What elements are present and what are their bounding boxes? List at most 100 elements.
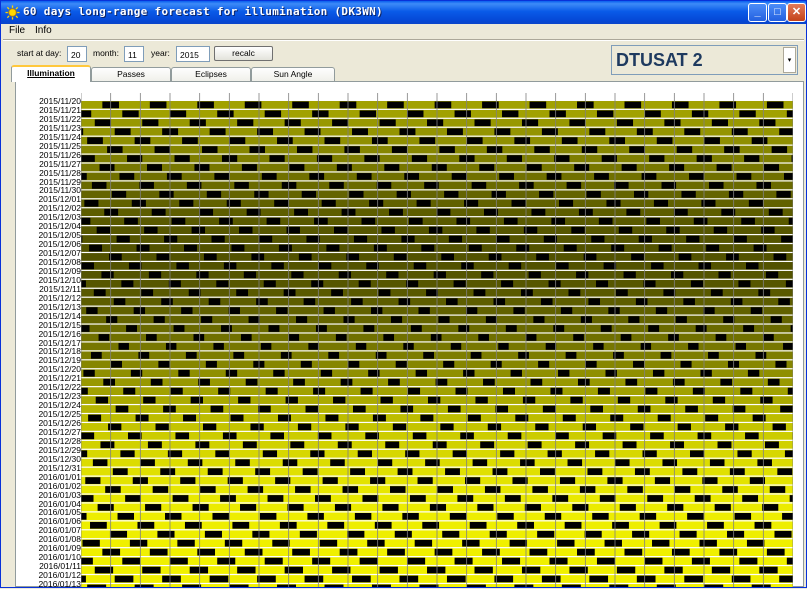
tab-illumination[interactable]: Illumination [11, 65, 91, 82]
eclipse-block [81, 576, 86, 583]
close-button[interactable]: ✕ [787, 3, 806, 22]
maximize-button[interactable]: □ [768, 3, 787, 22]
eclipse-block [335, 504, 351, 511]
eclipse-block [538, 361, 549, 368]
eclipse-block [587, 468, 602, 475]
eclipse-block [467, 585, 486, 587]
eclipse-block [520, 459, 535, 466]
eclipse-block [691, 280, 703, 287]
eclipse-block [465, 477, 480, 484]
eclipse-block [542, 576, 561, 583]
eclipse-block [760, 397, 772, 404]
minimize-button[interactable]: _ [748, 3, 767, 22]
eclipse-block [732, 128, 748, 135]
eclipse-block [660, 522, 677, 529]
month-input[interactable] [124, 46, 144, 62]
eclipse-block [611, 245, 624, 252]
tab-eclipses[interactable]: Eclipses [171, 67, 251, 81]
eclipse-block [312, 558, 330, 565]
eclipse-block [331, 289, 343, 296]
eclipse-block [88, 415, 101, 422]
eclipse-block [424, 182, 439, 189]
eclipse-block [489, 254, 502, 261]
eclipse-block [430, 504, 446, 511]
eclipse-block [756, 352, 767, 359]
eclipse-block [787, 558, 793, 565]
title-bar[interactable]: 60 days long-range forecast for illumina… [1, 1, 806, 24]
eclipse-block [699, 540, 716, 547]
eclipse-block [575, 441, 589, 448]
eclipse-block [161, 298, 173, 305]
eclipse-block [201, 316, 212, 323]
eclipse-block [265, 110, 281, 117]
eclipse-block [502, 110, 518, 117]
eclipse-block [81, 155, 95, 162]
eclipse-block [570, 397, 582, 404]
recalc-button[interactable]: recalc [214, 46, 273, 61]
eclipse-block [277, 137, 293, 144]
eclipse-block [87, 137, 103, 144]
eclipse-block [683, 298, 695, 305]
eclipse-block [302, 191, 316, 198]
eclipse-block [678, 424, 691, 431]
eclipse-block [352, 576, 371, 583]
eclipse-block [270, 432, 284, 439]
satellite-select[interactable]: DTUSAT 2 ▾ [611, 45, 798, 75]
eclipse-block [715, 504, 731, 511]
eclipse-block [604, 263, 616, 270]
eclipse-block [588, 298, 600, 305]
eclipse-block [322, 200, 336, 207]
eclipse-block [349, 191, 363, 198]
eclipse-block [122, 558, 140, 565]
eclipse-block [407, 110, 423, 117]
eclipse-block [105, 486, 121, 493]
eclipse-block [527, 164, 542, 171]
eclipse-block [773, 424, 786, 431]
year-input[interactable] [176, 46, 210, 62]
eclipse-block [297, 146, 312, 153]
start-day-input[interactable] [67, 46, 87, 62]
eclipse-block [666, 227, 679, 234]
eclipse-block [224, 263, 236, 270]
eclipse-block [141, 289, 153, 296]
eclipse-block [651, 263, 663, 270]
eclipse-block [377, 182, 392, 189]
eclipse-block [87, 585, 106, 587]
eclipse-block [484, 209, 498, 216]
eclipse-block [785, 450, 793, 457]
eclipse-block [245, 549, 263, 556]
chevron-down-icon[interactable]: ▾ [783, 47, 796, 73]
eclipse-block [233, 352, 244, 359]
tab-sun-angle[interactable]: Sun Angle [251, 67, 335, 81]
eclipse-block [210, 576, 229, 583]
eclipse-block [206, 361, 217, 368]
eclipse-block [718, 441, 732, 448]
eclipse-block [388, 379, 400, 386]
eclipse-block [731, 298, 743, 305]
eclipse-block [617, 119, 633, 126]
eclipse-block [124, 218, 138, 225]
eclipse-block [274, 200, 288, 207]
menu-info[interactable]: Info [35, 25, 52, 36]
eclipse-block [780, 406, 793, 413]
eclipse-block [576, 271, 588, 278]
eclipse-block [258, 406, 271, 413]
eclipse-block [212, 513, 228, 520]
eclipse-block [200, 486, 216, 493]
eclipse-block [157, 531, 174, 538]
eclipse-block [681, 191, 695, 198]
eclipse-block [759, 567, 777, 574]
eclipse-block [420, 415, 433, 422]
eclipse-block [193, 334, 204, 341]
eclipse-block [664, 567, 682, 574]
eclipse-block [373, 415, 386, 422]
tab-passes[interactable]: Passes [91, 67, 171, 81]
eclipse-block [156, 254, 169, 261]
eclipse-block [629, 146, 644, 153]
eclipse-block [237, 567, 255, 574]
eclipse-block [126, 325, 137, 332]
eclipse-block [417, 200, 431, 207]
eclipse-block [323, 477, 338, 484]
menu-file[interactable]: File [9, 25, 25, 36]
eclipse-block [150, 549, 168, 556]
